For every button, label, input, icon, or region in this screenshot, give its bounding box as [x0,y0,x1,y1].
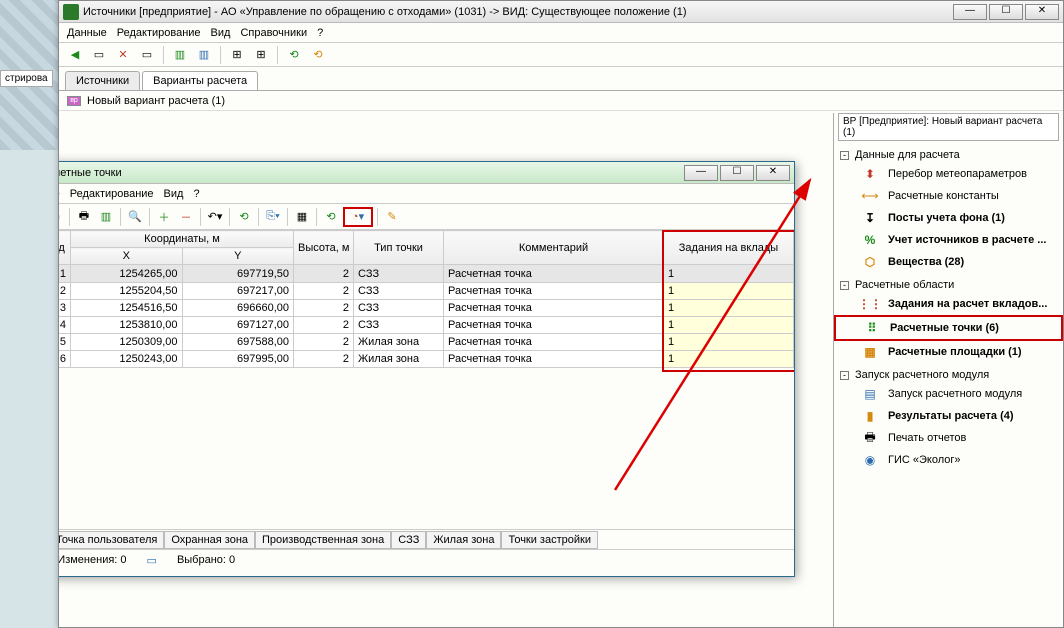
points-grid[interactable]: ▾КодКоординаты, мВысота, мТип точкиКомме… [59,230,794,368]
child-menu-вид[interactable]: Вид [164,188,184,200]
right-panel-header: ВР [Предприятие]: Новый вариант расчета … [838,113,1059,141]
child-title: Расчетные точки [59,167,684,179]
table-row[interactable]: 661250243,00697995,002Жилая зонаРасчетна… [59,351,794,368]
child-menu-редактирование[interactable]: Редактирование [70,188,154,200]
tab-Источники[interactable]: Источники [65,71,140,90]
main-toolbar: ◀ ▭ ✕ ▭ ▥ ▥ ⊞ ⊞ ⟲ ⟲ [59,43,1063,67]
variant-label: Новый вариант расчета (1) [87,95,225,107]
save-icon[interactable]: ▭ [137,45,157,65]
footer-tabs: ВсеТочка пользователяОхранная зонаПроизв… [59,530,794,550]
tree-item[interactable]: ⬡Вещества (28) [834,251,1063,273]
c-chart-icon[interactable]: ◔▾ [343,207,373,227]
tree-item[interactable]: ▤Запуск расчетного модуля [834,383,1063,405]
footer-tab-6[interactable]: Точки застройки [501,531,598,549]
main-tabs: ИсточникиВарианты расчета [59,67,1063,91]
tool2-icon[interactable]: ⊞ [251,45,271,65]
tree-item[interactable]: ◉ГИС «Эколог» [834,449,1063,471]
main-title: Источники [предприятие] - АО «Управление… [83,6,953,18]
tree-section-header[interactable]: -Данные для расчета [834,147,1063,163]
table-row[interactable]: ·31254516,50696660,002СЗЗРасчетная точка… [59,300,794,317]
table-row[interactable]: -51250309,00697588,002Жилая зонаРасчетна… [59,334,794,351]
tree-item[interactable]: ↧Посты учета фона (1) [834,207,1063,229]
table-row[interactable]: ▸11254265,00697719,502СЗЗРасчетная точка… [59,265,794,283]
footer-tab-1[interactable]: Точка пользователя [59,531,164,549]
menu-?[interactable]: ? [317,27,323,39]
footer-tab-3[interactable]: Производственная зона [255,531,391,549]
tab-Варианты расчета[interactable]: Варианты расчета [142,71,258,90]
status-changes: Изменения: 0 [59,554,127,566]
tree-item[interactable]: ⠿Расчетные точки (6) [834,315,1063,341]
c-open-icon[interactable]: ▭ [59,207,65,227]
c-add-icon[interactable]: ＋ [154,207,174,227]
child-close-button[interactable]: ✕ [756,165,790,181]
status-selected: Выбрано: 0 [177,554,235,566]
maximize-button[interactable]: ☐ [989,4,1023,20]
import-icon[interactable]: ▥ [194,45,214,65]
footer-tab-2[interactable]: Охранная зона [164,531,255,549]
c-refresh-icon[interactable]: ⟲ [234,207,254,227]
table-row[interactable]: ·41253810,00697127,002СЗЗРасчетная точка… [59,317,794,334]
c-export-icon[interactable]: ▥ [96,207,116,227]
child-toolbar: ◀ ▭ 🖶 ▥ 🔍 ＋ － ↶▾ ⟲ [59,204,794,230]
grid-wrapper: ▾КодКоординаты, мВысота, мТип точкиКомме… [59,230,794,530]
footer-tab-5[interactable]: Жилая зона [426,531,501,549]
c-copy-icon[interactable]: ⎘▾ [263,207,283,227]
tree-item[interactable]: ⬍Перебор метеопараметров [834,163,1063,185]
left-panel: Расчетные точки — ☐ ✕ Данные Редактирован… [59,113,833,627]
refresh-icon[interactable]: ⟲ [284,45,304,65]
tree-item[interactable]: %Учет источников в расчете ... [834,229,1063,251]
delete-icon[interactable]: ✕ [113,45,133,65]
right-panel: ВР [Предприятие]: Новый вариант расчета … [833,113,1063,627]
menu-данные[interactable]: Данные [67,27,107,39]
main-titlebar: Источники [предприятие] - АО «Управление… [59,1,1063,23]
tree-section-header[interactable]: -Расчетные области [834,277,1063,293]
close-button[interactable]: ✕ [1025,4,1059,20]
main-window: Источники [предприятие] - АО «Управление… [58,0,1064,628]
c-search-icon[interactable]: 🔍 [125,207,145,227]
footer-tab-4[interactable]: СЗЗ [391,531,426,549]
tree-item[interactable]: ▦Расчетные площадки (1) [834,341,1063,363]
bg-cut-label: стрирова [0,70,53,87]
refresh2-icon[interactable]: ⟲ [308,45,328,65]
child-menu-данные[interactable]: Данные [59,188,60,200]
child-minimize-button[interactable]: — [684,165,718,181]
back-icon[interactable]: ◀ [65,45,85,65]
minimize-button[interactable]: — [953,4,987,20]
tree-item[interactable]: ▮Результаты расчета (4) [834,405,1063,427]
child-window: Расчетные точки — ☐ ✕ Данные Редактирован… [59,161,795,577]
child-titlebar: Расчетные точки — ☐ ✕ [59,162,794,184]
c-edit-icon[interactable]: ✎ [382,207,402,227]
open-icon[interactable]: ▭ [89,45,109,65]
app-icon [63,4,79,20]
child-maximize-button[interactable]: ☐ [720,165,754,181]
tree-item[interactable]: ⟷Расчетные константы [834,185,1063,207]
c-remove-icon[interactable]: － [176,207,196,227]
child-menu-?[interactable]: ? [193,188,199,200]
table-row[interactable]: ·21255204,50697217,002СЗЗРасчетная точка… [59,283,794,300]
status-bar: 1/6 Изменения: 0 ▭ Выбрано: 0 [59,550,794,570]
variant-row[interactable]: вр Новый вариант расчета (1) [59,91,1063,111]
child-menubar: Данные Редактирование Вид? [59,184,794,204]
main-menubar: Данные Редактирование Вид Справочники? [59,23,1063,43]
menu-вид[interactable]: Вид [211,27,231,39]
c-print-icon[interactable]: 🖶 [74,207,94,227]
variant-icon: вр [67,96,81,106]
c-grid-icon[interactable]: ▦ [292,207,312,227]
menu-редактирование[interactable]: Редактирование [117,27,201,39]
tool1-icon[interactable]: ⊞ [227,45,247,65]
export-icon[interactable]: ▥ [170,45,190,65]
menu-справочники[interactable]: Справочники [240,27,307,39]
tree-item[interactable]: 🖶Печать отчетов [834,427,1063,449]
tree-section-header[interactable]: -Запуск расчетного модуля [834,367,1063,383]
tree-item[interactable]: ⋮⋮Задания на расчет вкладов... [834,293,1063,315]
c-undo-icon[interactable]: ↶▾ [205,207,225,227]
c-refresh2-icon[interactable]: ⟲ [321,207,341,227]
